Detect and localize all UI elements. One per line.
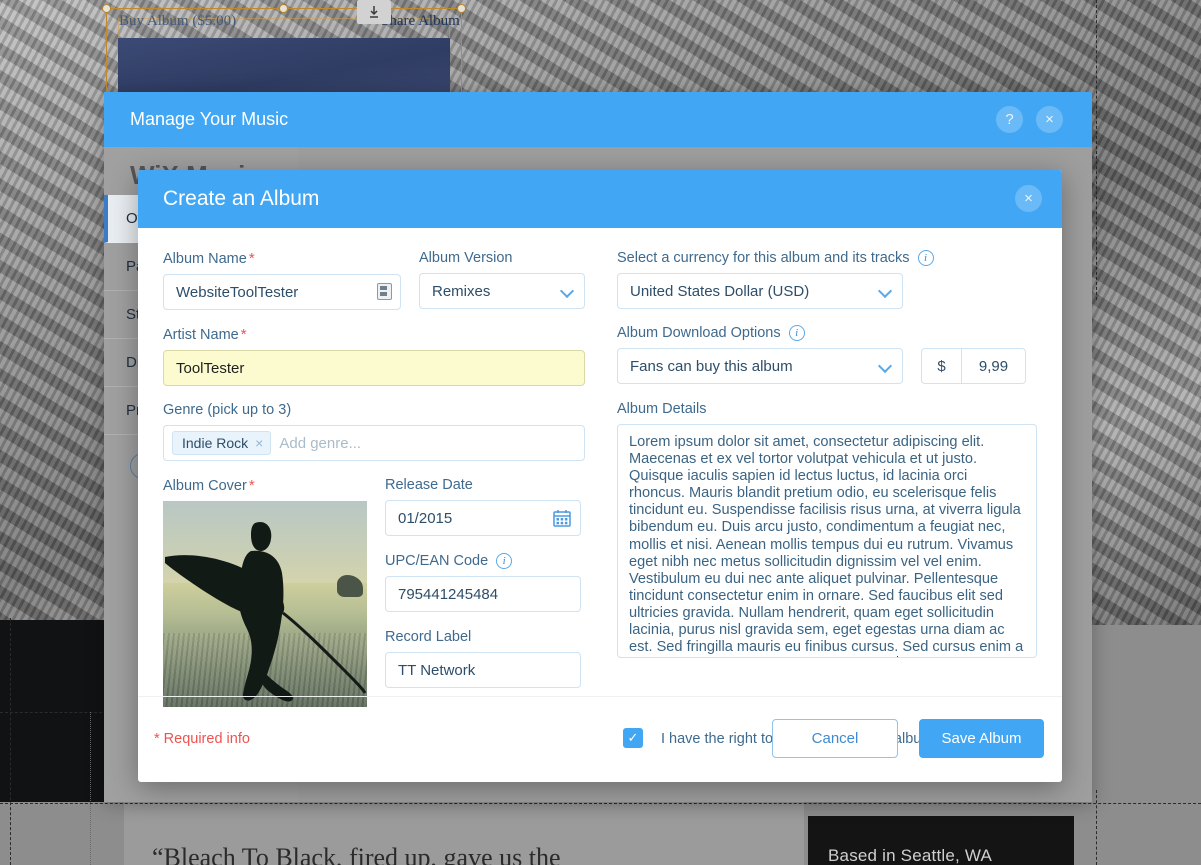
- genre-chip[interactable]: Indie Rock ×: [172, 431, 272, 455]
- create-album-dialog: Create an Album × Album Name * WebsiteTo…: [138, 170, 1062, 782]
- currency-select[interactable]: [617, 273, 903, 309]
- release-date-input-wrap: [385, 500, 581, 536]
- artist-name-label: Artist Name *: [163, 326, 585, 343]
- cancel-button[interactable]: Cancel: [772, 719, 898, 758]
- guide-horizontal-bottom: [0, 803, 1201, 804]
- download-options-row: $ 9,99: [617, 348, 1037, 384]
- cover-and-meta-row: Album Cover * Release Date 01/2015 UPC/E…: [163, 477, 585, 707]
- download-options-label-text: Album Download Options: [617, 325, 781, 341]
- help-button[interactable]: ?: [996, 106, 1023, 133]
- album-version-label-text: Album Version: [419, 250, 513, 266]
- surfer-silhouette-icon: [165, 521, 367, 702]
- page-root: “Bleach To Black, fired up, gave us the …: [0, 0, 1201, 865]
- close-create-album-button[interactable]: ×: [1015, 185, 1042, 212]
- download-options-select[interactable]: [617, 348, 903, 384]
- album-meta-group: Release Date 01/2015 UPC/EAN Code i 7954…: [385, 477, 581, 707]
- info-icon[interactable]: i: [788, 325, 805, 341]
- required-info-note: * Required info: [154, 731, 250, 747]
- required-asterisk: *: [248, 477, 255, 494]
- download-options-label: Album Download Options i: [617, 325, 1037, 341]
- info-icon[interactable]: i: [917, 250, 934, 266]
- genre-chip-remove-icon[interactable]: ×: [255, 435, 263, 451]
- genre-label: Genre (pick up to 3): [163, 402, 585, 418]
- artist-name-label-text: Artist Name: [163, 326, 239, 343]
- resize-handle-tl[interactable]: [102, 4, 111, 13]
- required-asterisk: *: [248, 250, 255, 267]
- currency-group: Select a currency for this album and its…: [617, 250, 1037, 309]
- genre-label-text: Genre (pick up to 3): [163, 402, 292, 418]
- create-album-footer: * Required info Cancel Save Album: [138, 696, 1062, 782]
- name-and-version-row: Album Name * Album Version: [163, 250, 585, 310]
- record-label-label: Record Label: [385, 629, 581, 645]
- album-cover-image[interactable]: [163, 501, 367, 707]
- album-cover-group: Album Cover *: [163, 477, 367, 707]
- guide-left: [10, 618, 11, 865]
- genre-input-box[interactable]: Indie Rock × Add genre...: [163, 425, 585, 461]
- resize-handle-tr[interactable]: [457, 4, 466, 13]
- guide-dotted: [90, 712, 91, 865]
- manage-modal-header: Manage Your Music ? ×: [104, 92, 1092, 147]
- album-name-label-text: Album Name: [163, 250, 247, 267]
- required-asterisk: *: [240, 326, 247, 343]
- record-label-label-text: Record Label: [385, 629, 472, 645]
- album-version-select-wrap: [419, 273, 585, 309]
- resize-handle-tc[interactable]: [279, 4, 288, 13]
- create-album-title: Create an Album: [163, 187, 320, 210]
- album-details-label: Album Details: [617, 401, 1037, 417]
- album-art-placeholder: [118, 38, 450, 96]
- currency-label-text: Select a currency for this album and its…: [617, 250, 910, 266]
- download-options-select-wrap: [617, 348, 903, 384]
- currency-label: Select a currency for this album and its…: [617, 250, 1037, 266]
- close-manage-modal-button[interactable]: ×: [1036, 106, 1063, 133]
- create-album-header: Create an Album ×: [138, 170, 1062, 228]
- price-currency-symbol: $: [922, 349, 962, 383]
- release-date-input[interactable]: [385, 500, 581, 536]
- calendar-icon[interactable]: [553, 509, 571, 527]
- album-version-select[interactable]: [419, 273, 585, 309]
- album-name-label: Album Name *: [163, 250, 401, 267]
- album-cover-label-text: Album Cover: [163, 477, 247, 494]
- download-options-group: Album Download Options i $ 9,99: [617, 325, 1037, 384]
- genre-group: Genre (pick up to 3) Indie Rock × Add ge…: [163, 402, 585, 461]
- upc-label-text: UPC/EAN Code: [385, 553, 489, 569]
- release-date-label-text: Release Date: [385, 477, 473, 493]
- album-name-input[interactable]: [163, 274, 401, 310]
- album-name-picker-icon[interactable]: [377, 283, 392, 300]
- buy-album-label[interactable]: Buy Album ($5.00): [119, 13, 236, 30]
- upc-label: UPC/EAN Code i: [385, 553, 581, 569]
- save-album-button[interactable]: Save Album: [919, 719, 1044, 758]
- album-details-textarea[interactable]: Lorem ipsum dolor sit amet, consectetur …: [617, 424, 1037, 658]
- album-version-label: Album Version: [419, 250, 585, 266]
- background-quote-text: “Bleach To Black, fired up, gave us the: [152, 843, 561, 865]
- artist-name-group: Artist Name *: [163, 326, 585, 386]
- genre-chip-label: Indie Rock: [182, 435, 249, 451]
- album-details-value: Lorem ipsum dolor sit amet, consectetur …: [629, 434, 1027, 657]
- share-album-label[interactable]: Share Album: [381, 13, 460, 30]
- record-label-input[interactable]: [385, 652, 581, 688]
- album-details-label-text: Album Details: [617, 401, 707, 417]
- info-icon[interactable]: i: [496, 553, 513, 569]
- album-details-group: Album Details Lorem ipsum dolor sit amet…: [617, 401, 1037, 658]
- release-date-label: Release Date: [385, 477, 581, 493]
- download-icon-button[interactable]: [357, 0, 391, 24]
- guide-right-bottom: [1096, 790, 1097, 865]
- upc-input[interactable]: [385, 576, 581, 612]
- album-cover-label: Album Cover *: [163, 477, 367, 494]
- album-version-group: Album Version: [419, 250, 585, 310]
- manage-modal-title: Manage Your Music: [130, 109, 289, 129]
- guide-right-top: [1096, 0, 1097, 300]
- background-based-in-text: Based in Seattle, WA: [828, 846, 993, 865]
- album-name-input-wrap: [163, 274, 401, 310]
- album-name-group: Album Name *: [163, 250, 401, 310]
- genre-placeholder-text: Add genre...: [279, 434, 362, 452]
- price-group: $ 9,99: [921, 348, 1026, 384]
- currency-select-wrap: [617, 273, 903, 309]
- price-input[interactable]: 9,99: [962, 349, 1025, 383]
- create-album-body: Album Name * Album Version: [138, 228, 1062, 782]
- download-icon: [370, 6, 378, 18]
- artist-name-input[interactable]: [163, 350, 585, 386]
